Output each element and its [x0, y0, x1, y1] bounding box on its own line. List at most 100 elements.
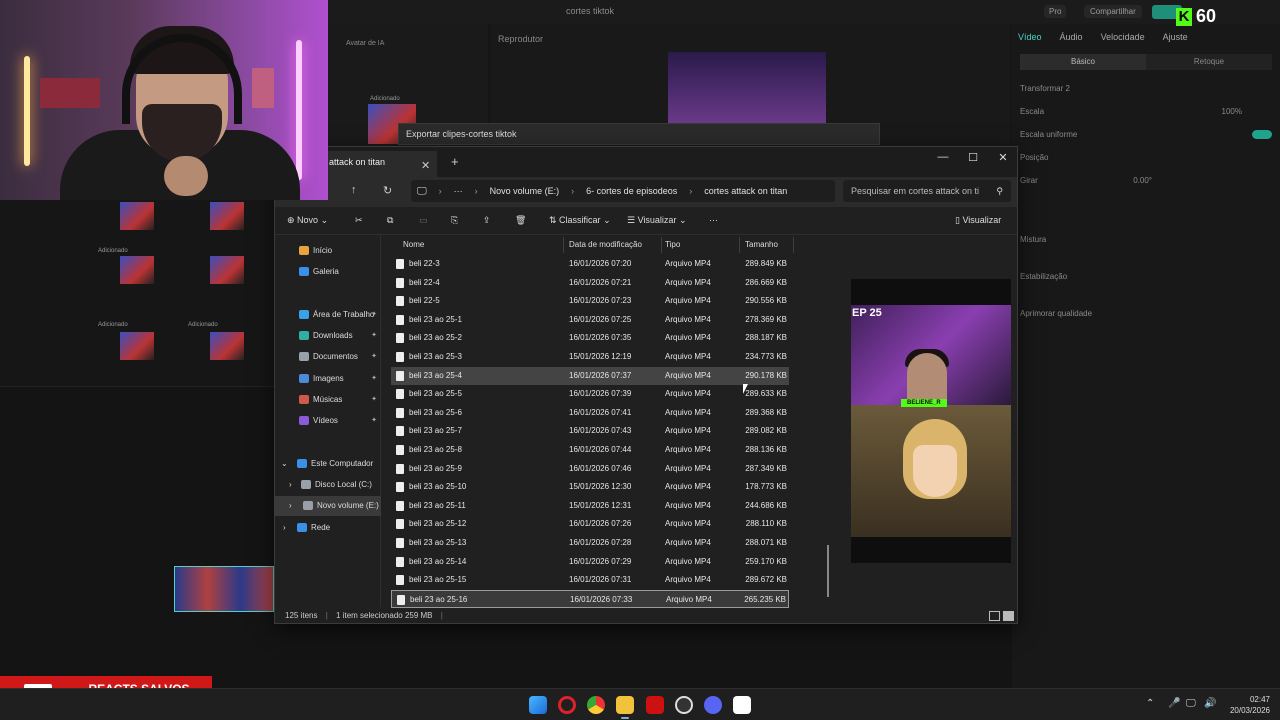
media-thumbnail[interactable]	[210, 256, 244, 284]
file-explorer-icon[interactable]	[616, 696, 634, 714]
file-row[interactable]: beli 23 ao 25-16 16/01/2026 07:33 Arquivo …	[391, 589, 789, 608]
uniform-scale-toggle[interactable]	[1252, 130, 1272, 139]
media-thumbnail[interactable]	[210, 202, 244, 230]
netflix-icon[interactable]	[646, 696, 664, 714]
file-row[interactable]: beli 23 ao 25-10 15/01/2026 12:30 Arquivo …	[391, 478, 789, 496]
file-row[interactable]: beli 23 ao 25-11 15/01/2026 12:31 Arquivo …	[391, 497, 789, 515]
expand-chevron-icon[interactable]: ›	[289, 496, 292, 516]
opera-icon[interactable]	[558, 696, 576, 714]
prop-enhance-label[interactable]: Aprimorar qualidade	[1020, 309, 1092, 318]
media-thumbnail[interactable]	[210, 332, 244, 360]
column-divider[interactable]	[661, 237, 662, 253]
scrollbar-thumb[interactable]	[827, 545, 829, 597]
export-clips-bar[interactable]: Exportar clipes-cortes tiktok	[398, 123, 880, 145]
file-row[interactable]: beli 23 ao 25-2 16/01/2026 07:35 Arquivo M…	[391, 329, 789, 347]
prop-mix-label[interactable]: Mistura	[1020, 235, 1046, 244]
media-thumbnail[interactable]	[120, 202, 154, 230]
media-tab-avatar[interactable]: Avatar de IA	[346, 40, 384, 47]
discord-icon[interactable]	[704, 696, 722, 714]
file-row[interactable]: beli 23 ao 25-13 16/01/2026 07:28 Arquivo …	[391, 534, 789, 552]
nav-item[interactable]: Início	[275, 241, 381, 261]
new-button[interactable]: ⊕ Novo ⌄	[287, 215, 328, 226]
maximize-icon[interactable]: ☐	[963, 151, 983, 164]
more-options-icon[interactable]: ···	[709, 215, 718, 225]
prop-scale-value[interactable]: 100%	[1222, 107, 1242, 116]
file-row[interactable]: beli 23 ao 25-15 16/01/2026 07:31 Arquivo …	[391, 571, 789, 589]
column-header-type[interactable]: Tipo	[665, 235, 680, 255]
nav-item[interactable]: › Disco Local (C:)	[275, 475, 381, 495]
tab-close-icon[interactable]: ✕	[421, 155, 430, 177]
media-thumbnail[interactable]	[120, 256, 154, 284]
expand-chevron-icon[interactable]: ⌄	[281, 454, 288, 474]
capcut-icon[interactable]	[733, 696, 751, 714]
address-bar[interactable]: 🖵 › ··· › Novo volume (E:) › 6- cortes d…	[411, 180, 835, 202]
refresh-icon[interactable]: ↻	[383, 184, 392, 197]
file-row[interactable]: beli 23 ao 25-14 16/01/2026 07:29 Arquivo …	[391, 553, 789, 571]
tab-adjust[interactable]: Ajuste	[1163, 32, 1188, 42]
system-clock[interactable]: 02:47 20/03/2026	[1222, 694, 1270, 716]
media-thumbnail[interactable]	[120, 332, 154, 360]
chrome-icon[interactable]	[587, 696, 605, 714]
nav-item[interactable]: Imagens ✦	[275, 369, 381, 389]
minimize-icon[interactable]: —	[933, 151, 953, 163]
breadcrumb-drive[interactable]: Novo volume (E:)	[490, 186, 560, 196]
breadcrumb-current[interactable]: cortes attack on titan	[704, 186, 787, 196]
nav-item[interactable]: Documentos ✦	[275, 347, 381, 367]
expand-chevron-icon[interactable]: ›	[283, 518, 286, 538]
file-row[interactable]: beli 23 ao 25-7 16/01/2026 07:43 Arquivo M…	[391, 422, 789, 440]
view-button[interactable]: ☰ Visualizar ⌄	[627, 215, 686, 226]
nav-item[interactable]: Vídeos ✦	[275, 411, 381, 431]
tab-video[interactable]: Vídeo	[1018, 32, 1042, 42]
tab-audio[interactable]: Áudio	[1060, 32, 1083, 42]
obs-icon[interactable]	[675, 696, 693, 714]
nav-item[interactable]: Área de Trabalho ✦	[275, 305, 381, 325]
tray-expand-icon[interactable]: ⌃	[1146, 698, 1154, 709]
column-divider[interactable]	[793, 237, 794, 253]
file-row[interactable]: beli 23 ao 25-9 16/01/2026 07:46 Arquivo M…	[391, 460, 789, 478]
paste-icon[interactable]: ▭	[419, 215, 428, 226]
nav-item[interactable]: › Rede	[275, 518, 381, 538]
expand-chevron-icon[interactable]: ›	[289, 475, 292, 495]
rename-icon[interactable]: ⎘	[451, 215, 458, 226]
player-frame[interactable]	[668, 52, 826, 124]
file-row[interactable]: beli 23 ao 25-8 16/01/2026 07:44 Arquivo M…	[391, 441, 789, 459]
start-windows-icon[interactable]	[529, 696, 547, 714]
subtab-retouch[interactable]: Retoque	[1146, 54, 1272, 70]
column-divider[interactable]	[563, 237, 564, 253]
file-row[interactable]: beli 22-5 16/01/2026 07:23 Arquivo MP4 290.…	[391, 292, 789, 310]
column-header-size[interactable]: Tamanho	[745, 235, 778, 255]
file-row[interactable]: beli 23 ao 25-6 16/01/2026 07:41 Arquivo M…	[391, 404, 789, 422]
close-icon[interactable]: ✕	[993, 151, 1013, 164]
column-header-date[interactable]: Data de modificação	[569, 235, 642, 255]
breadcrumb-folder[interactable]: 6- cortes de episodeos	[586, 186, 677, 196]
cut-icon[interactable]: ✂	[355, 215, 363, 226]
nav-item[interactable]: › Novo volume (E:)	[275, 496, 381, 516]
subtab-basic[interactable]: Básico	[1020, 54, 1146, 70]
search-input[interactable]: Pesquisar em cortes attack on ti ⚲	[843, 180, 1011, 202]
prop-rotate-value[interactable]: 0.00°	[1133, 176, 1152, 185]
copy-icon[interactable]: ⧉	[387, 215, 393, 226]
up-arrow-icon[interactable]: ↑	[351, 184, 357, 196]
volume-icon[interactable]: 🔊	[1204, 698, 1216, 709]
share-button[interactable]: Compartilhar	[1084, 5, 1142, 18]
pro-badge[interactable]: Pro	[1044, 5, 1067, 18]
tab-speed[interactable]: Velocidade	[1101, 32, 1145, 42]
preview-pane-button[interactable]: ▯ Visualizar	[955, 215, 1001, 226]
nav-item[interactable]: Galeria	[275, 262, 381, 282]
file-row[interactable]: beli 23 ao 25-12 16/01/2026 07:26 Arquivo …	[391, 515, 789, 533]
details-view-icon[interactable]	[989, 611, 1000, 621]
file-row[interactable]: beli 22-3 16/01/2026 07:20 Arquivo MP4 289.…	[391, 255, 789, 273]
network-icon[interactable]: 🖵	[1186, 698, 1196, 709]
nav-item[interactable]: Downloads ✦	[275, 326, 381, 346]
nav-item[interactable]: Músicas ✦	[275, 390, 381, 410]
file-row[interactable]: beli 23 ao 25-3 15/01/2026 12:19 Arquivo M…	[391, 348, 789, 366]
column-header-name[interactable]: Nome	[403, 235, 424, 255]
file-row[interactable]: beli 23 ao 25-5 16/01/2026 07:39 Arquivo M…	[391, 385, 789, 403]
column-divider[interactable]	[739, 237, 740, 253]
microphone-icon[interactable]: 🎤	[1168, 698, 1180, 709]
tiles-view-icon[interactable]	[1003, 611, 1014, 621]
search-icon[interactable]: ⚲	[996, 180, 1003, 202]
more-path-icon[interactable]: ···	[454, 186, 463, 196]
share-icon[interactable]: ⇪	[483, 215, 491, 226]
file-row[interactable]: beli 22-4 16/01/2026 07:21 Arquivo MP4 286.…	[391, 274, 789, 292]
